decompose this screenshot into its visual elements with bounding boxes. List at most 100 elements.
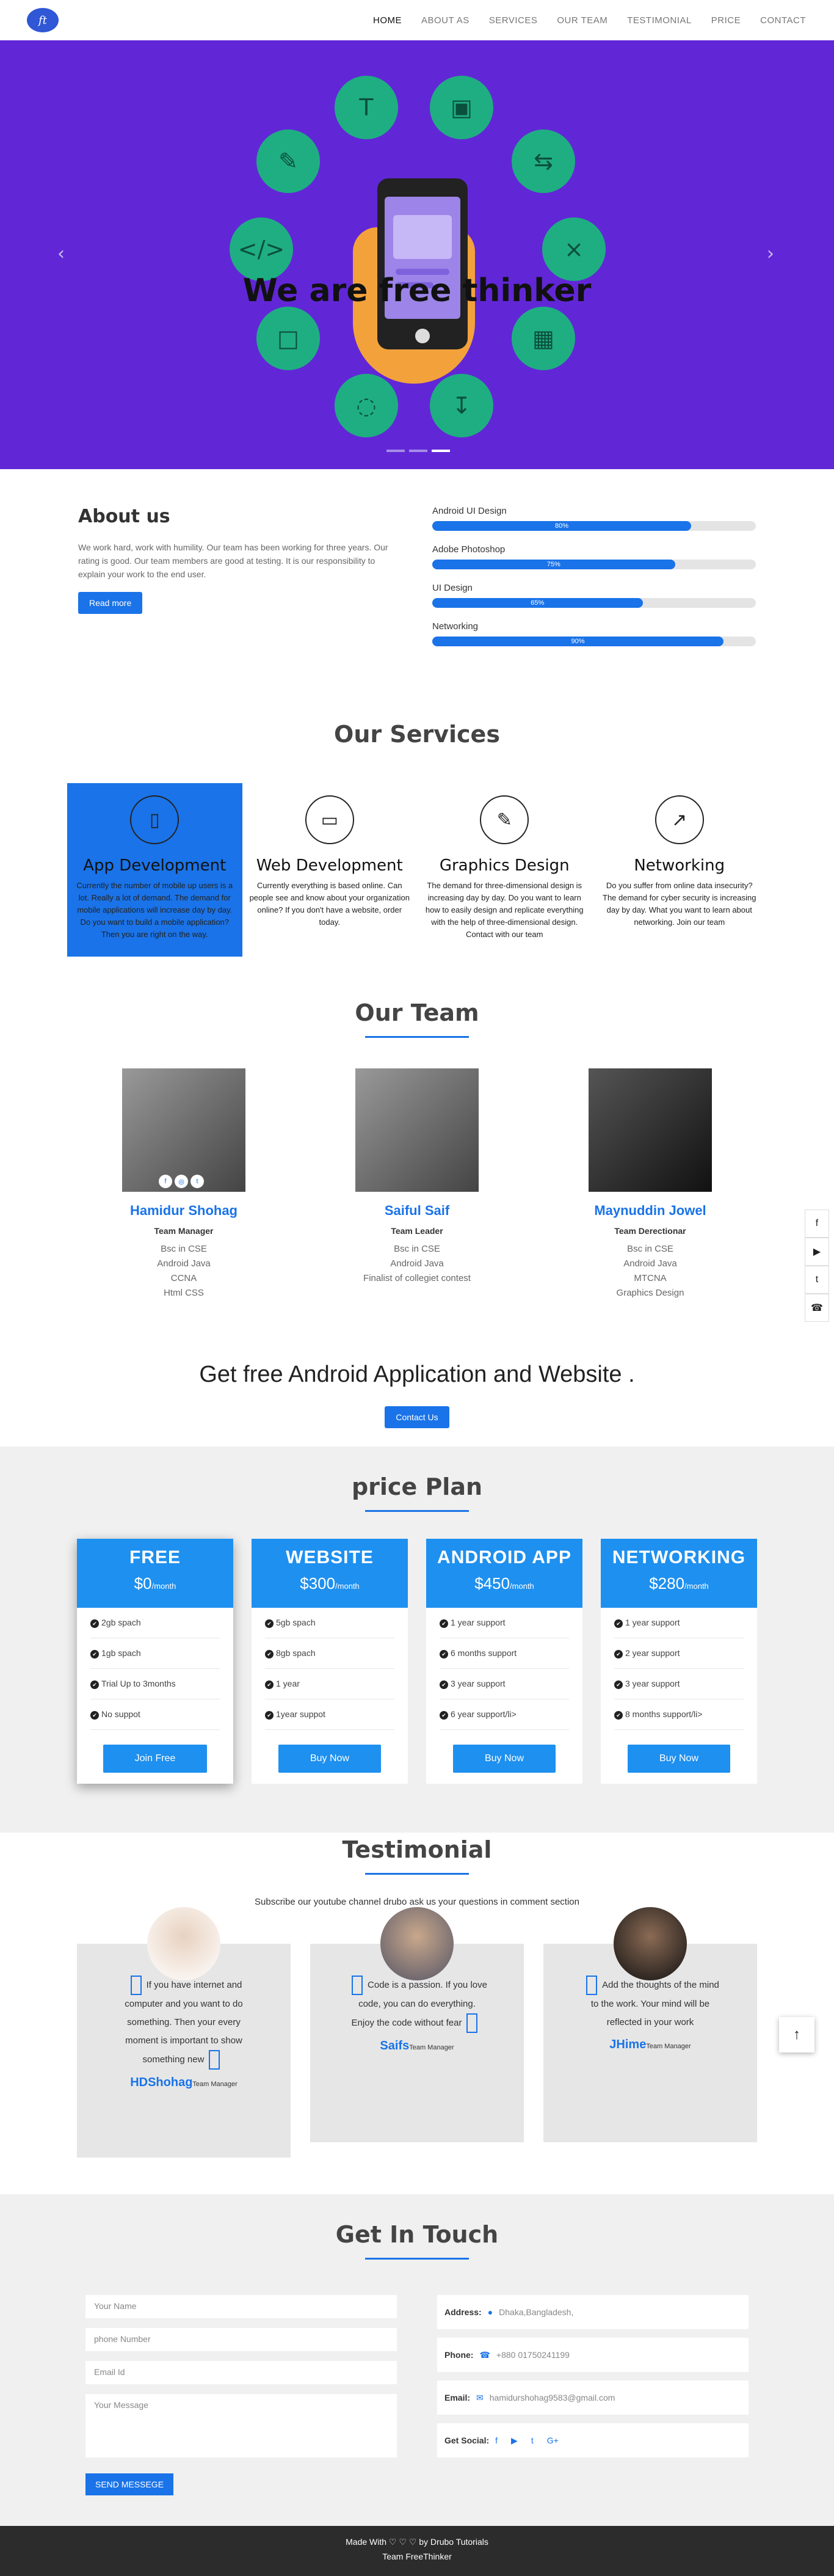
member-detail: Android Java: [157, 1258, 211, 1269]
quote-close-icon: [466, 2013, 478, 2033]
twitter-icon[interactable]: t: [805, 1266, 829, 1294]
skill-fill: 80%: [432, 521, 691, 531]
plan-name: ANDROID APP: [437, 1547, 571, 1567]
name-input[interactable]: Your Name: [85, 2295, 397, 2318]
member-detail: Bsc in CSE: [161, 1244, 207, 1254]
testimonial-title: Testimonial: [342, 1836, 492, 1863]
service-networking[interactable]: ↗ Networking Do you suffer from online d…: [592, 783, 767, 957]
plan-name: NETWORKING: [612, 1547, 746, 1567]
carousel-prev-icon[interactable]: ‹: [57, 243, 65, 265]
nav-about[interactable]: ABOUT AS: [412, 15, 479, 26]
skill-item: UI Design 65%: [432, 583, 756, 608]
facebook-icon[interactable]: f: [805, 1210, 829, 1238]
service-graphics-design[interactable]: ✎ Graphics Design The demand for three-d…: [417, 783, 592, 957]
footer-credit: Made With ♡ ♡ ♡ by Drubo Tutorials: [346, 2537, 488, 2547]
carousel-dot[interactable]: [386, 450, 405, 452]
quote-open-icon: [586, 1976, 598, 1995]
plan-feature: 1gb spach: [90, 1638, 220, 1669]
phone-value: +880 01750241199: [496, 2350, 570, 2360]
plan-amount: $0: [134, 1574, 152, 1593]
nav-price[interactable]: PRICE: [702, 15, 750, 26]
member-detail: Android Java: [390, 1258, 444, 1269]
facebook-icon[interactable]: f: [159, 1175, 172, 1188]
nav-contact[interactable]: CONTACT: [750, 15, 816, 26]
nav-home[interactable]: HOME: [363, 15, 412, 26]
back-to-top-button[interactable]: ↑: [779, 2017, 814, 2052]
plan-amount: $450: [474, 1574, 510, 1593]
plan-card: WEBSITE $300/month 5gb spach 8gb spach 1…: [252, 1539, 408, 1784]
carousel-next-icon[interactable]: ›: [767, 243, 774, 265]
send-message-button[interactable]: SEND MESSEGE: [85, 2473, 174, 2495]
member-detail: Html CSS: [164, 1288, 204, 1298]
plan-period: /month: [335, 1582, 360, 1591]
member-photo: f ◎ t: [122, 1068, 245, 1192]
buy-now-button[interactable]: Buy Now: [627, 1745, 731, 1773]
service-title: Graphics Design: [439, 856, 570, 875]
member-social: f ◎ t: [159, 1175, 204, 1188]
nav-team[interactable]: OUR TEAM: [547, 15, 617, 26]
service-app-development[interactable]: ▯ App Development Currently the number o…: [67, 783, 242, 957]
plan-feature: 5gb spach: [265, 1608, 394, 1638]
skill-track: 65%: [432, 598, 756, 608]
member-detail: MTCNA: [634, 1273, 667, 1283]
phone-input[interactable]: phone Number: [85, 2328, 397, 2351]
facebook-icon[interactable]: f: [495, 2436, 498, 2445]
author-name: HDShohag: [130, 2076, 193, 2089]
carousel-dot[interactable]: [409, 450, 427, 452]
member-photo: [589, 1068, 712, 1192]
team-section: Our Team f ◎ t Hamidur Shohag Team Manag…: [0, 963, 834, 1325]
carousel-dot-active[interactable]: [432, 450, 450, 452]
plan-features: 5gb spach 8gb spach 1 year 1year suppot: [252, 1608, 408, 1730]
whatsapp-icon[interactable]: ☎: [805, 1294, 829, 1322]
join-free-button[interactable]: Join Free: [103, 1745, 208, 1773]
testimonial-text: Code is a passion. If you love code, you…: [347, 1976, 487, 2033]
plan-name: FREE: [129, 1547, 181, 1567]
service-web-development[interactable]: ▭ Web Development Currently everything i…: [242, 783, 418, 957]
logo[interactable]: ft: [27, 8, 59, 32]
about-section: About us We work hard, work with humilit…: [0, 469, 834, 696]
instagram-icon[interactable]: ◎: [175, 1175, 188, 1188]
testimonial-cards: If you have internet and computer and yo…: [77, 1907, 757, 2158]
plan-feature: 1 year support: [614, 1608, 744, 1638]
plan-feature: 1year suppot: [265, 1699, 394, 1730]
email-input[interactable]: Email Id: [85, 2361, 397, 2384]
member-detail: Bsc in CSE: [394, 1244, 440, 1254]
twitter-icon[interactable]: t: [531, 2436, 534, 2445]
youtube-icon[interactable]: ▶: [511, 2436, 518, 2446]
email-label: Email:: [444, 2393, 471, 2403]
phone-body: [377, 178, 468, 349]
nav-testimonial[interactable]: TESTIMONIAL: [617, 15, 702, 26]
social-row: Get Social: f ▶ t G+: [437, 2423, 749, 2457]
contact-us-button[interactable]: Contact Us: [385, 1406, 449, 1428]
team-member-card: f ◎ t Hamidur Shohag Team Manager Bsc in…: [86, 1068, 281, 1301]
youtube-icon[interactable]: ▶: [805, 1238, 829, 1266]
member-role: Team Derectionar: [614, 1226, 686, 1236]
team-title: Our Team: [355, 999, 479, 1026]
read-more-button[interactable]: Read more: [78, 592, 143, 614]
team-row: f ◎ t Hamidur Shohag Team Manager Bsc in…: [0, 1038, 834, 1301]
message-textarea[interactable]: Your Message: [85, 2394, 397, 2457]
about-text-block: About us We work hard, work with humilit…: [78, 506, 396, 660]
member-name: Maynuddin Jowel: [594, 1203, 706, 1218]
price-title: price Plan: [351, 1473, 483, 1500]
frame-icon: ▦: [512, 307, 575, 370]
team-member-card: Maynuddin Jowel Team Derectionar Bsc in …: [553, 1068, 748, 1301]
chart-line-icon: ↗: [655, 795, 704, 844]
plan-price: $300/month: [252, 1574, 408, 1593]
twitter-icon[interactable]: t: [190, 1175, 204, 1188]
member-role: Team Leader: [391, 1226, 443, 1236]
footer-team: Team FreeThinker: [382, 2552, 452, 2561]
services-title: Our Services: [334, 721, 500, 748]
nav-services[interactable]: SERVICES: [479, 15, 548, 26]
testimonial-author: JHimeTeam Manager: [580, 2038, 720, 2052]
testimonial-card: If you have internet and computer and yo…: [77, 1907, 291, 2158]
buy-now-button[interactable]: Buy Now: [452, 1745, 556, 1773]
avatar: [614, 1907, 687, 1980]
footer: Made With ♡ ♡ ♡ by Drubo Tutorials Team …: [0, 2526, 834, 2576]
google-plus-icon[interactable]: G+: [547, 2436, 559, 2445]
buy-now-button[interactable]: Buy Now: [278, 1745, 382, 1773]
service-text: Currently everything is based online. Ca…: [249, 881, 410, 927]
swap-icon: ⇆: [512, 130, 575, 193]
plan-button-wrap: Buy Now: [426, 1730, 582, 1784]
plan-amount: $300: [300, 1574, 336, 1593]
